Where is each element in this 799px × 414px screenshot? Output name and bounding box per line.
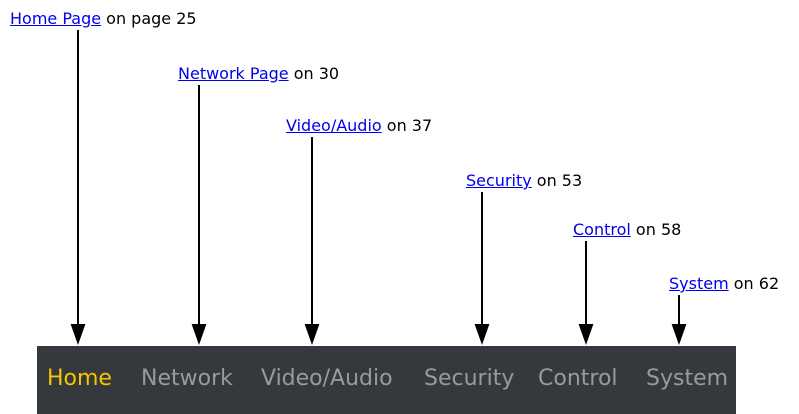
nav-tab-video-audio[interactable]: Video/Audio: [261, 365, 393, 393]
nav-tab-control[interactable]: Control: [538, 365, 618, 393]
nav-tab-security[interactable]: Security: [424, 365, 514, 393]
video-audio-link[interactable]: Video/Audio: [286, 116, 382, 135]
control-ref: on 58: [630, 220, 682, 239]
control-link[interactable]: Control: [573, 220, 631, 239]
system-ref: on 62: [728, 274, 780, 293]
network-page-ref: on 30: [288, 64, 340, 83]
callout-system: System on 62: [669, 274, 779, 294]
arrow-home-head: [70, 324, 86, 346]
callout-control: Control on 58: [573, 220, 681, 240]
arrow-security-head: [474, 324, 490, 346]
home-page-link[interactable]: Home Page: [10, 9, 101, 28]
security-link[interactable]: Security: [466, 171, 532, 190]
callout-home: Home Page on page 25: [10, 9, 197, 29]
callout-network: Network Page on 30: [178, 64, 339, 84]
security-ref: on 53: [531, 171, 583, 190]
callout-video-audio: Video/Audio on 37: [286, 116, 432, 136]
arrow-network-head: [191, 324, 207, 346]
arrow-system-head: [671, 324, 687, 346]
arrow-video-audio-head: [304, 324, 320, 346]
callout-security: Security on 53: [466, 171, 582, 191]
nav-tab-network[interactable]: Network: [141, 365, 233, 393]
nav-tab-system[interactable]: System: [646, 365, 728, 393]
system-link[interactable]: System: [669, 274, 729, 293]
main-nav-bar: Home Network Video/Audio Security Contro…: [37, 346, 736, 414]
home-page-ref: on page 25: [101, 9, 197, 28]
network-page-link[interactable]: Network Page: [178, 64, 289, 83]
video-audio-ref: on 37: [381, 116, 433, 135]
nav-tab-home[interactable]: Home: [47, 365, 112, 393]
arrow-control-head: [578, 324, 594, 346]
